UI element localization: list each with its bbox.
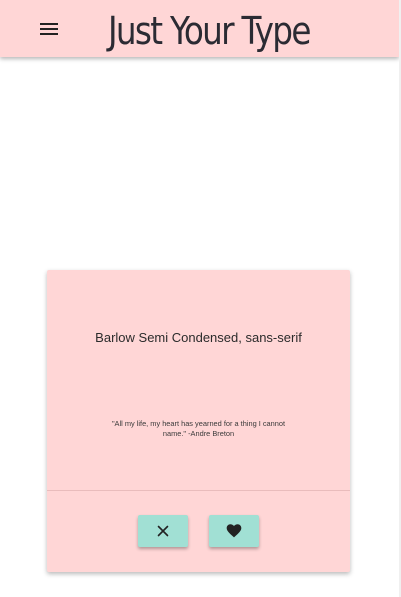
reject-button[interactable] (138, 515, 188, 547)
font-name-label: Barlow Semi Condensed, sans-serif (95, 330, 302, 345)
app-title: Just Your Type (108, 9, 311, 53)
heart-icon (226, 524, 242, 538)
like-button[interactable] (209, 515, 259, 547)
font-card: Barlow Semi Condensed, sans-serif "All m… (47, 270, 350, 572)
card-divider (47, 490, 350, 491)
close-icon (157, 525, 169, 537)
menu-button[interactable] (34, 16, 64, 42)
hamburger-menu-icon (40, 23, 58, 35)
sample-quote: "All my life, my heart has yearned for a… (111, 419, 286, 438)
app-bar: Just Your Type (0, 0, 399, 57)
